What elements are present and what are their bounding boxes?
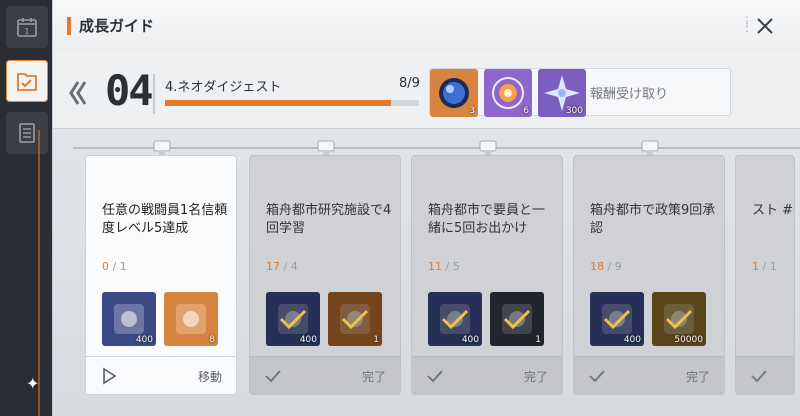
checkmark-icon <box>265 370 281 383</box>
item-count: 400 <box>623 335 641 345</box>
starlight-book-icon[interactable]: 400 <box>428 292 482 346</box>
task-progress: 1 / 1 <box>752 260 777 273</box>
task-progress-current: 0 <box>102 260 109 273</box>
stage-progress-fill <box>165 100 392 106</box>
checkmark-icon <box>589 370 605 383</box>
calendar-tab[interactable]: 1 <box>6 6 48 48</box>
task-tab[interactable] <box>6 60 48 102</box>
reward-count: 6 <box>523 106 529 116</box>
task-description: スト #01- 歩み」 <box>752 203 794 218</box>
page-title: 成長ガイド <box>79 17 155 35</box>
svg-text:1: 1 <box>24 27 29 36</box>
double-chevron-left-icon <box>69 81 87 105</box>
completed-footer: 完了 <box>574 356 724 394</box>
task-progress-current: 17 <box>266 260 280 273</box>
footer-label: 完了 <box>685 370 710 384</box>
task-card[interactable]: 箱舟都市で要員と一緒に5回お出かけ 11 / 5 400 1 完了 <box>411 155 563 395</box>
calendar-icon: 1 <box>17 18 37 37</box>
screen: 1 ✦ 成長ガイド ⋮ ⋮ 04 4.ネオダイジェスト 8/9 3 6 300 … <box>0 0 800 416</box>
go-button[interactable]: 移動 <box>86 356 236 394</box>
task-progress: 17 / 4 <box>266 260 298 273</box>
purple-chip-icon[interactable]: 8 <box>164 292 218 346</box>
close-button[interactable] <box>753 14 777 38</box>
gold-coin-box-icon[interactable]: 50000 <box>652 292 706 346</box>
stage-progress-text: 8/9 <box>399 76 420 91</box>
reward-slot[interactable]: 6 <box>484 69 532 117</box>
task-progress: 18 / 9 <box>590 260 622 273</box>
task-description: 箱舟都市で要員と一緒に5回お出かけ <box>428 203 546 236</box>
reward-slot[interactable]: 3 <box>430 69 478 117</box>
stage-rewards: 3 6 300 報酬受け取り <box>429 68 731 117</box>
task-card[interactable]: スト #01- 歩み」 1 / 1 <box>735 155 795 395</box>
task-progress-total: / 5 <box>442 260 460 273</box>
stage-number: 04 <box>105 66 154 115</box>
starlight-book-icon[interactable]: 400 <box>590 292 644 346</box>
notebook-tab[interactable] <box>6 112 48 154</box>
notebook-icon <box>19 123 35 143</box>
task-progress-total: / 1 <box>759 260 777 273</box>
task-card[interactable]: 任意の戦闘員1名信頼度レベル5達成 0 / 1 400 8 移動 <box>85 155 237 395</box>
task-progress-total: / 9 <box>604 260 622 273</box>
task-progress-current: 1 <box>752 260 759 273</box>
drag-handle-icon: ⋮ ⋮ <box>741 14 753 34</box>
task-description: 任意の戦闘員1名信頼度レベル5達成 <box>102 203 228 236</box>
task-progress-total: / 4 <box>280 260 298 273</box>
task-progress: 11 / 5 <box>428 260 460 273</box>
completed-footer: 完了 <box>412 356 562 394</box>
task-progress-total: / 1 <box>109 260 127 273</box>
task-card[interactable]: 箱舟都市で政策9回承認 18 / 9 400 50000 完了 <box>573 155 725 395</box>
starlight-book-icon[interactable]: 400 <box>266 292 320 346</box>
task-description: 箱舟都市研究施設で4回学習 <box>266 203 392 236</box>
completed-footer: 完了 <box>250 356 400 394</box>
left-rail: 1 ✦ <box>0 0 52 416</box>
item-count: 400 <box>461 335 479 345</box>
drink-cup-icon[interactable]: 1 <box>490 292 544 346</box>
stage-progress-bar <box>165 100 419 106</box>
footer-label: 完了 <box>361 370 386 384</box>
card-rope <box>73 147 800 149</box>
task-card-strip: 任意の戦闘員1名信頼度レベル5達成 0 / 1 400 8 移動 箱舟都市研究施設で4回学… <box>53 128 800 416</box>
task-progress-current: 18 <box>590 260 604 273</box>
reward-slot[interactable]: 300 <box>538 69 586 117</box>
item-count: 1 <box>373 335 379 345</box>
footer-label: 完了 <box>523 370 548 384</box>
task-description: 箱舟都市で政策9回承認 <box>590 203 716 236</box>
previous-stage-button[interactable] <box>67 78 89 108</box>
completed-footer <box>736 356 794 394</box>
item-count: 1 <box>535 335 541 345</box>
growth-guide-panel: 成長ガイド ⋮ ⋮ 04 4.ネオダイジェスト 8/9 3 6 300 報酬受け… <box>52 0 800 416</box>
close-icon <box>757 18 773 34</box>
task-card[interactable]: 箱舟都市研究施設で4回学習 17 / 4 400 1 完了 <box>249 155 401 395</box>
checklist-icon <box>17 73 37 91</box>
reward-count: 300 <box>565 106 583 116</box>
reward-count: 3 <box>469 106 475 116</box>
task-progress-current: 11 <box>428 260 442 273</box>
panel-header: 成長ガイド ⋮ ⋮ <box>53 0 800 52</box>
stage-divider <box>153 74 155 114</box>
task-progress: 0 / 1 <box>102 260 127 273</box>
checkmark-icon <box>751 370 767 383</box>
item-count: 50000 <box>674 335 703 345</box>
claim-rewards-button[interactable]: 報酬受け取り <box>590 83 668 102</box>
item-count: 8 <box>209 335 215 345</box>
starlight-book-icon[interactable]: 400 <box>102 292 156 346</box>
title-accent <box>67 17 71 35</box>
checkmark-icon <box>427 370 443 383</box>
stage-name: 4.ネオダイジェスト <box>165 80 282 95</box>
footer-label: 移動 <box>197 370 222 384</box>
sparkle-icon: ✦ <box>26 374 40 393</box>
item-count: 400 <box>299 335 317 345</box>
play-icon <box>103 367 117 385</box>
blueprint-icon[interactable]: 1 <box>328 292 382 346</box>
item-count: 400 <box>135 335 153 345</box>
